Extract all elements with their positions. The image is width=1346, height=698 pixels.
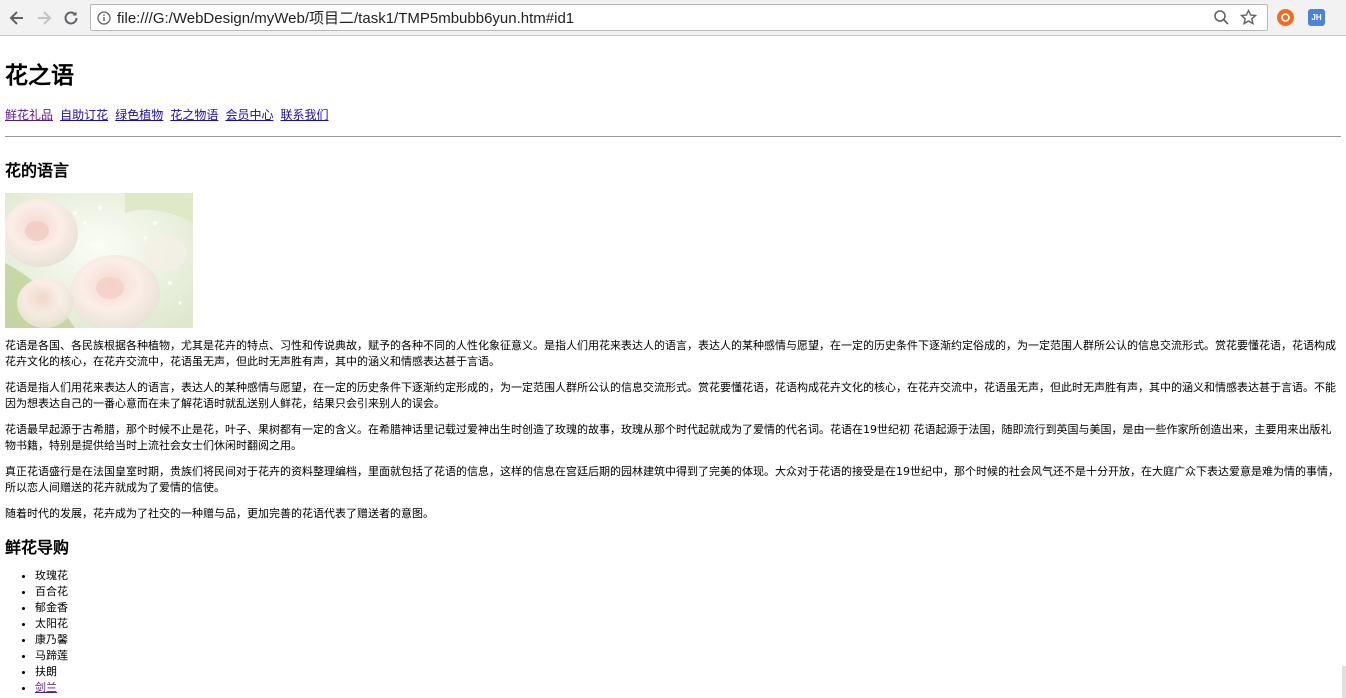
address-bar[interactable]: file:///G:/WebDesign/myWeb/项目二/task1/TMP…: [90, 4, 1268, 31]
list-item: 玫瑰花: [35, 568, 1341, 584]
extension-jh-label: JH: [1311, 13, 1322, 22]
paragraph-4: 真正花语盛行是在法国皇室时期，贵族们将民间对于花卉的资料整理编档，里面就包括了花…: [5, 465, 1339, 494]
page-title: 花之语: [5, 63, 74, 89]
url-text[interactable]: file:///G:/WebDesign/myWeb/项目二/task1/TMP…: [117, 7, 574, 28]
nav-link-flower-stories[interactable]: 花之物语: [170, 108, 218, 122]
list-item: 扶朗: [35, 664, 1341, 680]
reload-button[interactable]: [60, 7, 82, 29]
paragraph-1: 花语是各国、各民族根据各种植物，尤其是花卉的特点、习性和传说典故，赋予的各种不同…: [5, 339, 1336, 368]
page-content: 花之语 鲜花礼品 自助订花 绿色植物 花之物语 会员中心 联系我们 花的语言 花…: [0, 56, 1346, 696]
browser-toolbar: file:///G:/WebDesign/myWeb/项目二/task1/TMP…: [0, 0, 1346, 36]
back-arrow-icon: [9, 10, 23, 25]
extension-jh-icon[interactable]: JH: [1308, 9, 1325, 26]
list-item: 康乃馨: [35, 632, 1341, 648]
divider: [5, 136, 1341, 137]
zoom-icon[interactable]: [1213, 9, 1230, 26]
info-icon[interactable]: [97, 10, 111, 25]
paragraph-3: 花语最早起源于古希腊，那个时候不止是花，叶子、果树都有一定的含义。在希腊神话里记…: [5, 423, 1332, 452]
reload-icon: [64, 11, 78, 24]
nav-link-contact[interactable]: 联系我们: [281, 108, 329, 122]
bookmark-star-icon[interactable]: [1240, 9, 1257, 26]
flower-link[interactable]: 剑兰: [35, 681, 57, 694]
extension-orange-icon[interactable]: [1277, 9, 1294, 26]
nav-link-green-plants[interactable]: 绿色植物: [115, 108, 163, 122]
scrollbar[interactable]: [1342, 666, 1346, 698]
flower-list: 玫瑰花 百合花 郁金香 太阳花 康乃馨 马蹄莲 扶朗 剑兰: [5, 568, 1341, 696]
nav-link-member-center[interactable]: 会员中心: [225, 108, 273, 122]
paragraph-2: 花语是指人们用花来表达人的语言，表达人的某种感情与愿望，在一定的历史条件下逐渐约…: [5, 381, 1336, 410]
list-item: 剑兰: [35, 680, 1341, 696]
list-item: 太阳花: [35, 616, 1341, 632]
paragraph-5: 随着时代的发展，花卉成为了社交的一种赠与品，更加完善的花语代表了赠送者的意图。: [5, 507, 434, 520]
nav-link-gifts[interactable]: 鲜花礼品: [5, 108, 53, 122]
forward-arrow-icon: [38, 10, 52, 25]
nav-link-self-order[interactable]: 自助订花: [60, 108, 108, 122]
list-item: 百合花: [35, 584, 1341, 600]
forward-button[interactable]: [33, 7, 55, 29]
site-nav: 鲜花礼品 自助订花 绿色植物 花之物语 会员中心 联系我们: [5, 104, 1341, 123]
list-item: 马蹄莲: [35, 648, 1341, 664]
list-item: 郁金香: [35, 600, 1341, 616]
rose-photo: [5, 193, 193, 328]
section-heading-shopping: 鲜花导购: [5, 538, 70, 557]
section-heading-language: 花的语言: [5, 161, 70, 180]
back-button[interactable]: [6, 7, 28, 29]
